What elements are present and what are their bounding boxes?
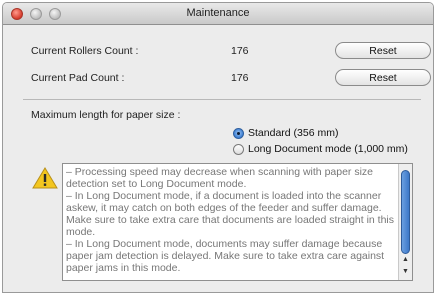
- maintenance-window: Maintenance Current Rollers Count : 176 …: [2, 2, 434, 293]
- reset-pad-button[interactable]: Reset: [335, 69, 431, 86]
- notes-textarea[interactable]: – Processing speed may decrease when sca…: [62, 163, 413, 281]
- pad-count-label: Current Pad Count :: [31, 72, 125, 84]
- window-title: Maintenance: [186, 7, 250, 19]
- radio-standard-indicator[interactable]: [233, 127, 244, 139]
- rollers-count-value: 176: [231, 45, 249, 57]
- scroll-thumb[interactable]: [401, 170, 410, 254]
- paper-length-heading: Maximum length for paper size :: [31, 109, 181, 121]
- warning-icon: [32, 167, 58, 189]
- radio-standard-label: Standard (356 mm): [248, 127, 339, 139]
- title-bar: Maintenance: [3, 3, 433, 25]
- reset-rollers-button[interactable]: Reset: [335, 42, 431, 59]
- rollers-count-label: Current Rollers Count :: [31, 45, 139, 57]
- radio-long-document-indicator[interactable]: [233, 143, 244, 155]
- notes-scrollbar[interactable]: ▲ ▼: [398, 164, 412, 280]
- radio-long-document-label: Long Document mode (1,000 mm): [248, 143, 408, 155]
- notes-text: – Processing speed may decrease when sca…: [66, 166, 395, 274]
- chevron-up-icon[interactable]: ▲: [402, 256, 409, 263]
- section-divider: [23, 99, 421, 100]
- radio-standard[interactable]: Standard (356 mm): [233, 127, 338, 139]
- pad-count-value: 176: [231, 72, 249, 84]
- chevron-down-icon[interactable]: ▼: [402, 268, 409, 275]
- radio-long-document[interactable]: Long Document mode (1,000 mm): [233, 143, 408, 155]
